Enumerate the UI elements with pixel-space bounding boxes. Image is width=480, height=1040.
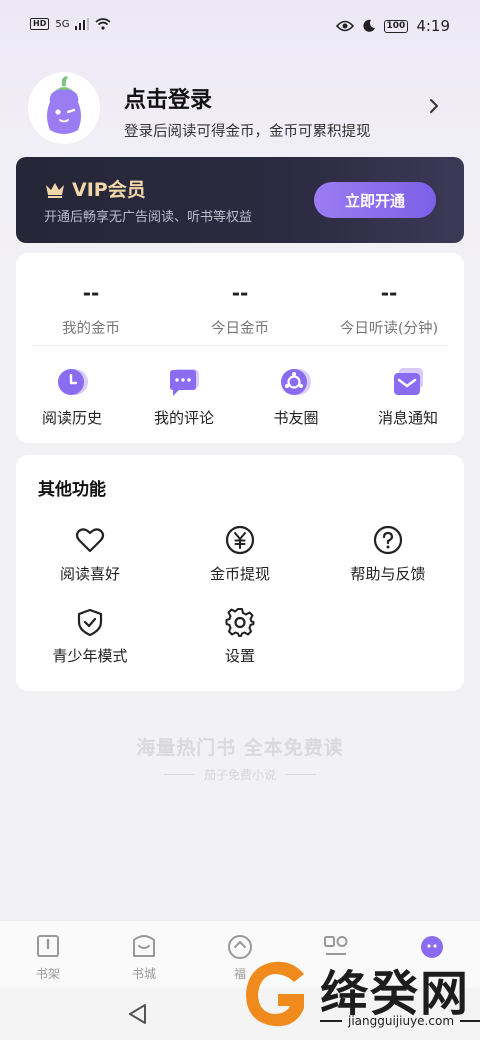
stat-value: --: [82, 281, 100, 305]
watermark: 绛癸网 jiangguijiuye.com: [234, 948, 480, 1040]
quick-reading-history[interactable]: 阅读历史: [16, 365, 128, 428]
stat-my-coins[interactable]: -- 我的金币: [16, 281, 166, 338]
circle-icon: [281, 369, 311, 395]
mail-icon: [394, 368, 423, 395]
slogan: 海量热门书 全本免费读 茄子免费小说: [0, 733, 480, 783]
stat-listen-minutes[interactable]: -- 今日听读(分钟): [314, 281, 464, 338]
slogan-sub-row: 茄子免费小说: [0, 766, 480, 783]
eye-icon: [335, 20, 354, 32]
vip-open-button[interactable]: 立即开通: [314, 182, 436, 218]
watermark-logo-icon: [246, 961, 304, 1027]
other-functions-card: 其他功能 阅读喜好 金币提现 帮助与反馈 青少年模式 设置: [16, 455, 464, 691]
login-subtitle: 登录后阅读可得金币，金币可累积提现: [124, 124, 371, 140]
stat-label: 我的金币: [62, 321, 120, 337]
help-icon: [373, 525, 403, 555]
nav-label: 书架: [35, 967, 60, 981]
back-triangle-icon[interactable]: [126, 1002, 148, 1026]
slogan-main: 海量热门书 全本免费读: [136, 737, 344, 759]
quick-label: 我的评论: [153, 409, 214, 427]
vip-title: VIP会员: [44, 175, 146, 202]
func-help-feedback[interactable]: 帮助与反馈: [314, 525, 462, 584]
stat-today-coins[interactable]: -- 今日金币: [165, 281, 315, 338]
func-label: 设置: [224, 647, 255, 665]
comment-icon: [170, 369, 199, 396]
quick-label: 书友圈: [273, 409, 319, 427]
divider: [320, 1020, 342, 1022]
battery-indicator: 100: [383, 19, 409, 33]
crown-icon: [46, 182, 64, 198]
chevron-right-icon[interactable]: [428, 96, 440, 116]
stats-card: -- 我的金币 -- 今日金币 -- 今日听读(分钟) 阅读历史 我的评论 书友…: [16, 253, 464, 443]
divider: [286, 774, 316, 775]
divider: [460, 1020, 480, 1022]
hd-badge: HD: [30, 18, 50, 30]
func-settings[interactable]: 设置: [166, 607, 314, 666]
eggplant-mascot-icon: [28, 72, 100, 144]
vip-title-text: VIP会员: [72, 179, 146, 201]
gear-icon: [225, 608, 255, 637]
status-bar: HD 5G 100 4:19: [0, 0, 480, 56]
func-coin-withdraw[interactable]: 金币提现: [166, 525, 314, 584]
slogan-sub: 茄子免费小说: [203, 768, 276, 782]
divider: [32, 345, 448, 346]
clock-icon: [58, 369, 88, 395]
status-left: HD 5G: [30, 18, 111, 30]
yen-icon: [225, 525, 255, 555]
func-label: 青少年模式: [52, 647, 128, 665]
nav-label: 书城: [131, 967, 156, 981]
stat-value: --: [380, 281, 398, 305]
status-right: 100 4:19: [335, 17, 450, 35]
signal-icon: [75, 18, 90, 30]
func-label: 阅读喜好: [59, 565, 120, 583]
bookshelf-icon: [37, 935, 59, 957]
wifi-icon: [95, 18, 111, 30]
heart-icon: [75, 528, 105, 553]
shield-icon: [77, 608, 103, 637]
avatar[interactable]: [28, 72, 100, 144]
quick-book-circle[interactable]: 书友圈: [240, 365, 352, 428]
quick-my-comments[interactable]: 我的评论: [128, 365, 240, 428]
stat-value: --: [231, 281, 249, 305]
bookstore-icon: [133, 935, 155, 957]
login-header[interactable]: 点击登录 登录后阅读可得金币，金币可累积提现: [16, 72, 464, 150]
func-label: 帮助与反馈: [350, 565, 426, 583]
clock-time: 4:19: [416, 17, 450, 35]
section-title: 其他功能: [38, 480, 106, 500]
vip-card[interactable]: VIP会员 开通后畅享无广告阅读、听书等权益 立即开通: [16, 157, 464, 243]
quick-label: 消息通知: [377, 409, 438, 427]
func-teen-mode[interactable]: 青少年模式: [16, 607, 164, 666]
quick-notifications[interactable]: 消息通知: [352, 365, 464, 428]
stat-label: 今日金币: [211, 321, 269, 337]
network-label: 5G: [55, 18, 70, 30]
func-reading-preference[interactable]: 阅读喜好: [16, 525, 164, 584]
nav-bookstore[interactable]: 书城: [114, 933, 174, 982]
nav-bookshelf[interactable]: 书架: [18, 933, 78, 982]
divider: [163, 774, 194, 775]
watermark-url: jiangguijiuye.com: [348, 1014, 455, 1028]
vip-subtitle: 开通后畅享无广告阅读、听书等权益: [44, 210, 253, 225]
watermark-url-row: jiangguijiuye.com: [320, 1014, 480, 1028]
func-label: 金币提现: [209, 565, 270, 583]
stat-label: 今日听读(分钟): [339, 321, 439, 337]
quick-label: 阅读历史: [41, 409, 102, 427]
moon-icon: [362, 19, 375, 32]
login-title[interactable]: 点击登录: [124, 82, 212, 114]
